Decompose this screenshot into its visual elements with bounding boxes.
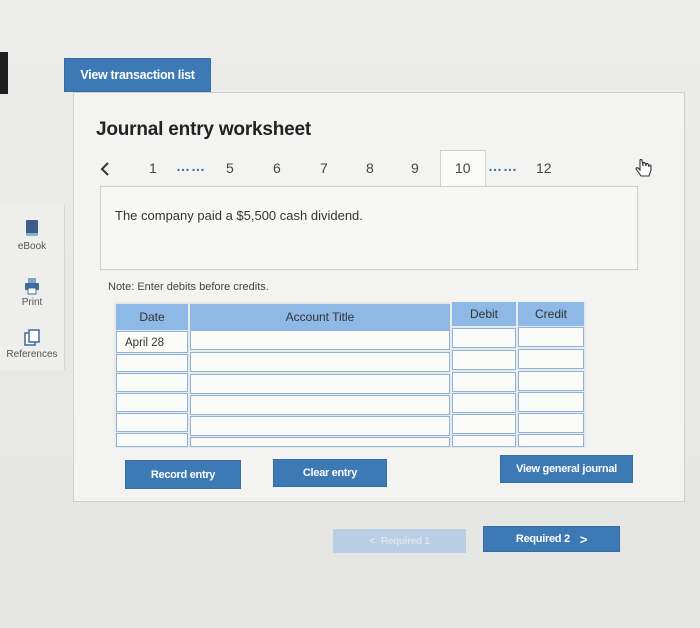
- account-title-input[interactable]: [190, 352, 450, 372]
- column-header-credit: Credit: [518, 302, 584, 326]
- column-header-date: Date: [116, 304, 188, 330]
- sidebar-item-label: Print: [21, 297, 43, 308]
- table-row-date[interactable]: [116, 354, 188, 372]
- transaction-description-box: The company paid a $5,500 cash dividend.: [100, 186, 638, 270]
- journal-entry-table: Date Account Title Debit Credit April 28: [114, 302, 586, 448]
- pager-ellipsis: ……: [176, 158, 206, 174]
- worksheet-pager: 1 …… 5 6 7 8 9 10 …… 12: [96, 150, 552, 187]
- debit-input[interactable]: [452, 414, 516, 434]
- side-panel: eBook Print References: [0, 205, 65, 370]
- required-2-button[interactable]: Required 2 >: [483, 526, 620, 552]
- sidebar-item-references[interactable]: References: [0, 329, 64, 360]
- debit-input[interactable]: [452, 435, 516, 447]
- column-header-account: Account Title: [190, 304, 450, 330]
- view-general-journal-button[interactable]: View general journal: [500, 455, 633, 483]
- sidebar-item-print[interactable]: Print: [0, 277, 64, 308]
- tab-page-10[interactable]: 10: [455, 160, 471, 176]
- view-transaction-list-button[interactable]: View transaction list: [64, 58, 211, 92]
- tab-page-8[interactable]: 8: [366, 160, 374, 176]
- column-header-debit: Debit: [452, 302, 516, 326]
- debit-input[interactable]: [452, 328, 516, 348]
- chevron-right-icon: >: [579, 531, 588, 547]
- credit-input[interactable]: [518, 327, 584, 347]
- pager-ellipsis: ……: [488, 158, 518, 174]
- tab-page-9[interactable]: 9: [411, 160, 419, 176]
- required-1-button: < Required 1: [333, 529, 466, 553]
- table-row-date[interactable]: April 28: [116, 331, 188, 353]
- sidebar-item-label: eBook: [17, 241, 47, 252]
- account-title-input[interactable]: [190, 416, 450, 436]
- required-1-label: Required 1: [380, 535, 430, 547]
- account-title-input[interactable]: [190, 374, 450, 394]
- credit-input[interactable]: [518, 371, 584, 391]
- chevron-left-icon[interactable]: [100, 162, 110, 176]
- tab-page-1[interactable]: 1: [149, 160, 157, 176]
- account-title-input[interactable]: [190, 330, 450, 350]
- transaction-description: The company paid a $5,500 cash dividend.: [115, 208, 363, 223]
- account-title-input[interactable]: [190, 437, 450, 447]
- sidebar-item-ebook[interactable]: eBook: [0, 219, 64, 252]
- chevron-left-icon: <: [369, 535, 375, 547]
- hand-cursor-icon: [635, 158, 652, 177]
- table-row-date[interactable]: [116, 413, 188, 432]
- credit-input[interactable]: [518, 413, 584, 433]
- credit-input[interactable]: [518, 349, 584, 369]
- credit-input[interactable]: [518, 434, 584, 447]
- credit-input[interactable]: [518, 392, 584, 412]
- table-row-date[interactable]: [116, 393, 188, 412]
- tab-page-7[interactable]: 7: [320, 160, 328, 176]
- required-2-label: Required 2: [515, 533, 570, 545]
- debit-input[interactable]: [452, 393, 516, 413]
- record-entry-button[interactable]: Record entry: [125, 460, 241, 489]
- ebook-icon: [26, 220, 38, 236]
- page-title: Journal entry worksheet: [96, 119, 312, 140]
- table-row-date[interactable]: [116, 433, 188, 447]
- tab-page-5[interactable]: 5: [226, 160, 234, 176]
- debit-input[interactable]: [452, 372, 516, 392]
- print-icon: [25, 278, 39, 295]
- debit-input[interactable]: [452, 350, 516, 370]
- table-row-date[interactable]: [116, 373, 188, 392]
- account-title-input[interactable]: [190, 395, 450, 415]
- tab-page-12[interactable]: 12: [536, 160, 552, 176]
- entry-note: Note: Enter debits before credits.: [108, 281, 269, 293]
- references-icon: [24, 329, 40, 346]
- clear-entry-button[interactable]: Clear entry: [273, 459, 387, 487]
- sidebar-item-label: References: [6, 349, 58, 360]
- window-edge: [0, 52, 8, 94]
- tab-page-6[interactable]: 6: [273, 160, 281, 176]
